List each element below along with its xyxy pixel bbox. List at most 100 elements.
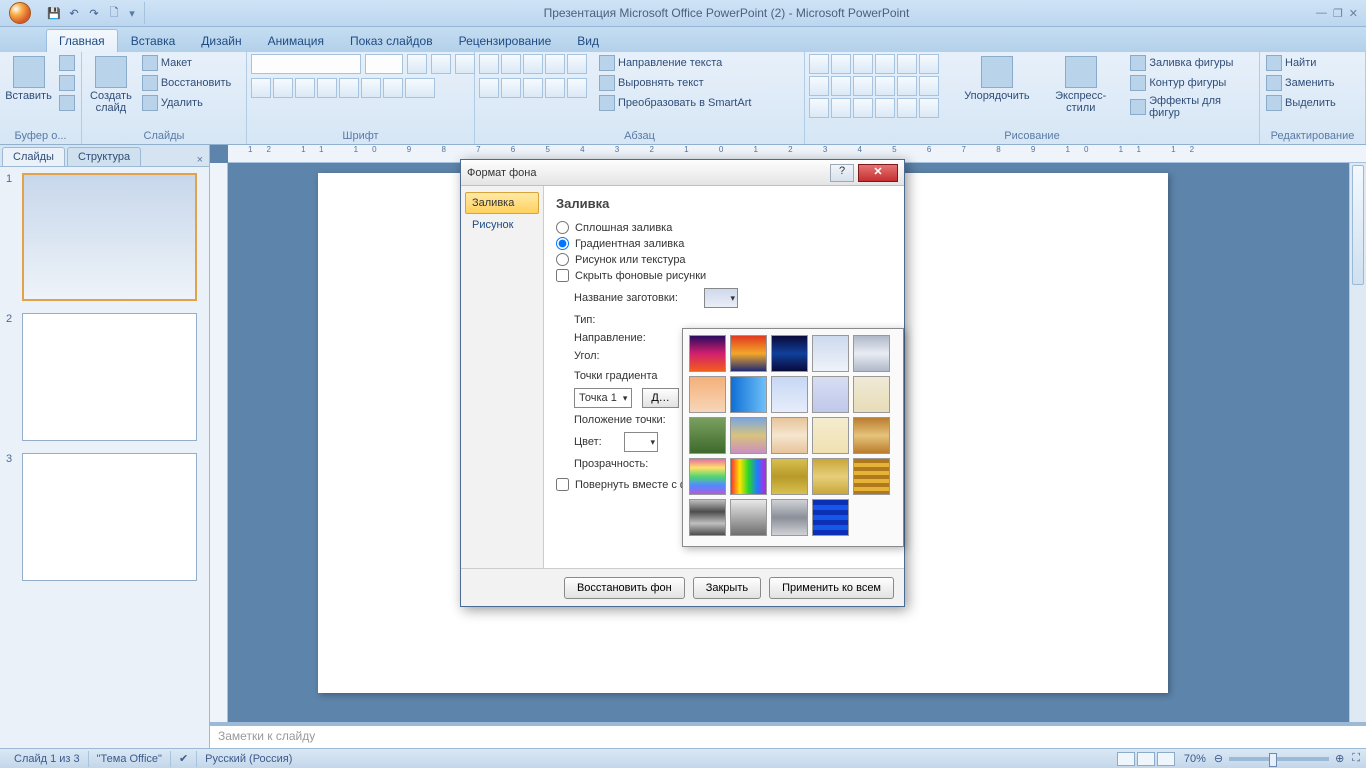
nav-fill[interactable]: Заливка <box>465 192 539 214</box>
shape-icon[interactable] <box>853 54 873 74</box>
zoom-slider[interactable] <box>1229 757 1329 761</box>
gradient-swatch[interactable] <box>730 376 767 413</box>
align-center-button[interactable] <box>501 78 521 98</box>
dialog-titlebar[interactable]: Формат фона ? ✕ <box>461 160 904 186</box>
shape-fill-button[interactable]: Заливка фигуры <box>1128 54 1255 72</box>
status-spellcheck[interactable]: ✔ <box>171 751 197 767</box>
shape-icon[interactable] <box>809 76 829 96</box>
view-slideshow-button[interactable] <box>1157 752 1175 766</box>
gradient-swatch[interactable] <box>771 335 808 372</box>
font-color-button[interactable] <box>405 78 435 98</box>
radio-gradient[interactable] <box>556 237 569 250</box>
shrink-font-button[interactable] <box>431 54 451 74</box>
columns-button[interactable] <box>567 78 587 98</box>
tab-outline[interactable]: Структура <box>67 147 141 166</box>
shapes-gallery[interactable] <box>809 54 957 118</box>
panel-close-button[interactable]: × <box>191 154 209 166</box>
select-button[interactable]: Выделить <box>1264 94 1338 112</box>
dialog-close-button[interactable]: ✕ <box>858 164 898 182</box>
tab-insert[interactable]: Вставка <box>118 29 189 52</box>
shape-icon[interactable] <box>831 76 851 96</box>
format-painter-button[interactable] <box>57 94 77 112</box>
shape-icon[interactable] <box>809 98 829 118</box>
shape-icon[interactable] <box>853 98 873 118</box>
shape-icon[interactable] <box>919 76 939 96</box>
align-text-button[interactable]: Выровнять текст <box>597 74 753 92</box>
bullets-button[interactable] <box>479 54 499 74</box>
gradient-swatch[interactable] <box>771 499 808 536</box>
dialog-help-button[interactable]: ? <box>830 164 854 182</box>
line-spacing-button[interactable] <box>567 54 587 74</box>
zoom-in-button[interactable]: ⊕ <box>1335 752 1344 765</box>
gradient-swatch[interactable] <box>812 417 849 454</box>
shape-icon[interactable] <box>853 76 873 96</box>
tab-slideshow[interactable]: Показ слайдов <box>337 29 446 52</box>
stop-combo[interactable]: Точка 1 <box>574 388 632 408</box>
gradient-swatch[interactable] <box>771 458 808 495</box>
tab-slides[interactable]: Слайды <box>2 147 65 166</box>
slide-thumb-1[interactable] <box>22 173 197 301</box>
tab-view[interactable]: Вид <box>564 29 612 52</box>
shape-outline-button[interactable]: Контур фигуры <box>1128 74 1255 92</box>
indent-inc-button[interactable] <box>545 54 565 74</box>
gradient-swatch[interactable] <box>689 417 726 454</box>
gradient-swatch[interactable] <box>771 417 808 454</box>
gradient-swatch[interactable] <box>730 499 767 536</box>
minimize-button[interactable]: — <box>1316 7 1327 20</box>
italic-button[interactable] <box>273 78 293 98</box>
delete-button[interactable]: Удалить <box>140 94 233 112</box>
tab-home[interactable]: Главная <box>46 29 118 52</box>
slide-thumb-3[interactable] <box>22 453 197 581</box>
gradient-swatch[interactable] <box>812 499 849 536</box>
gradient-swatch[interactable] <box>812 335 849 372</box>
shape-icon[interactable] <box>831 54 851 74</box>
tab-design[interactable]: Дизайн <box>188 29 254 52</box>
redo-icon[interactable]: ↷ <box>86 5 102 21</box>
repeat-icon[interactable]: 🗋 <box>106 5 122 21</box>
gradient-swatch[interactable] <box>812 376 849 413</box>
close-button[interactable]: ✕ <box>1349 7 1358 20</box>
gradient-swatch[interactable] <box>689 499 726 536</box>
save-icon[interactable]: 💾 <box>46 5 62 21</box>
text-direction-button[interactable]: Направление текста <box>597 54 753 72</box>
gradient-swatch[interactable] <box>853 376 890 413</box>
align-right-button[interactable] <box>523 78 543 98</box>
new-slide-button[interactable]: Создать слайд <box>86 54 136 116</box>
replace-button[interactable]: Заменить <box>1264 74 1338 92</box>
underline-button[interactable] <box>295 78 315 98</box>
shape-icon[interactable] <box>875 98 895 118</box>
gradient-swatch[interactable] <box>853 335 890 372</box>
strike-button[interactable] <box>317 78 337 98</box>
find-button[interactable]: Найти <box>1264 54 1338 72</box>
qat-dropdown-icon[interactable]: ▾ <box>126 5 138 21</box>
check-rotate[interactable] <box>556 478 569 491</box>
add-stop-button[interactable]: Д… <box>642 388 678 408</box>
close-dialog-button[interactable]: Закрыть <box>693 577 761 599</box>
bold-button[interactable] <box>251 78 271 98</box>
shadow-button[interactable] <box>339 78 359 98</box>
shape-icon[interactable] <box>809 54 829 74</box>
gradient-swatch[interactable] <box>689 376 726 413</box>
scroll-thumb[interactable] <box>1352 165 1364 285</box>
fit-button[interactable]: ⛶ <box>1352 752 1360 765</box>
spacing-button[interactable] <box>361 78 381 98</box>
indent-dec-button[interactable] <box>523 54 543 74</box>
shape-icon[interactable] <box>919 54 939 74</box>
justify-button[interactable] <box>545 78 565 98</box>
cut-button[interactable] <box>57 54 77 72</box>
quick-styles-button[interactable]: Экспресс-стили <box>1037 54 1124 116</box>
tab-review[interactable]: Рецензирование <box>446 29 565 52</box>
check-hide-graphics[interactable] <box>556 269 569 282</box>
align-left-button[interactable] <box>479 78 499 98</box>
shape-icon[interactable] <box>897 76 917 96</box>
smartart-button[interactable]: Преобразовать в SmartArt <box>597 94 753 112</box>
view-normal-button[interactable] <box>1117 752 1135 766</box>
zoom-value[interactable]: 70% <box>1176 751 1214 767</box>
shape-icon[interactable] <box>831 98 851 118</box>
font-size-combo[interactable] <box>365 54 403 74</box>
grow-font-button[interactable] <box>407 54 427 74</box>
gradient-swatch[interactable] <box>853 417 890 454</box>
numbering-button[interactable] <box>501 54 521 74</box>
color-dropdown[interactable] <box>624 432 658 452</box>
zoom-out-button[interactable]: ⊖ <box>1214 752 1223 765</box>
